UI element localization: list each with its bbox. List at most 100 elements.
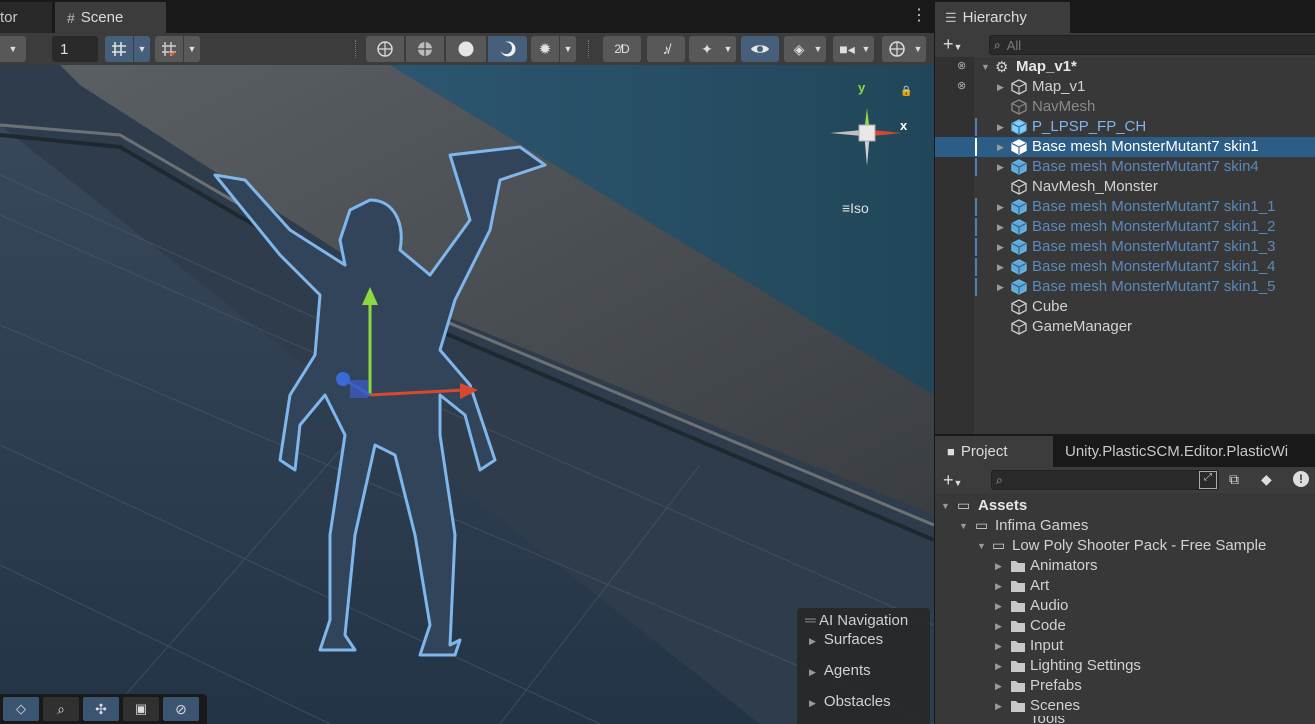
tab-editor-partial[interactable]: tor [0,2,52,33]
2d-toggle-button[interactable]: 2̸D [603,36,641,62]
scene-viewport[interactable]: y x 🔒 ≡Iso [0,65,934,724]
gizmos-dropdown[interactable]: ▼ [910,36,926,62]
filter-by-label-icon[interactable]: ◆ [1261,471,1272,488]
hierarchy-item[interactable]: Cube [935,297,1315,317]
debug-draw-dropdown[interactable]: ▼ [560,36,576,62]
expand-arrow-icon[interactable]: ▶ [997,202,1004,213]
project-search-input[interactable]: ⌕ [991,470,1219,490]
expand-arrow-icon[interactable]: ▶ [995,701,1002,712]
hierarchy-item[interactable]: ▶ P_LPSP_FP_CH [935,117,1315,137]
project-panel: ■ Project Unity.PlasticSCM.Editor.Plasti… [935,435,1315,724]
gizmos-button[interactable] [882,36,912,62]
grid-size-field[interactable]: 1 [52,36,98,62]
surfaces-foldout[interactable]: ▶ Surfaces [809,631,883,648]
visibility-icon[interactable]: ⊗ [957,79,966,92]
expand-arrow-icon[interactable]: ▶ [997,262,1004,273]
grid-snap-button[interactable] [105,36,133,62]
more-menu-icon[interactable]: ⋮ [911,7,927,27]
tree-assets[interactable]: ▼ ▭ Assets [935,496,1315,516]
scene-root-row[interactable]: ⊗ ▼ ⚙ Map_v1* [935,57,1315,77]
expand-arrow-icon[interactable]: ▶ [997,82,1004,93]
increment-snap-dropdown[interactable]: ▼ [184,36,200,62]
hierarchy-search-input[interactable]: ⌕ All [989,35,1315,55]
expand-arrow-icon[interactable]: ▶ [997,222,1004,233]
expand-arrow-icon[interactable]: ▼ [977,541,986,551]
tree-low-poly-pack[interactable]: ▼ ▭ Low Poly Shooter Pack - Free Sample [935,536,1315,556]
tree-tools[interactable]: Tools [935,716,1315,724]
camera-button[interactable]: ■◂ [833,36,861,62]
tree-folder[interactable]: ▶ Scenes [935,696,1315,716]
wireframe-mode-button[interactable] [366,36,404,62]
increment-snap-button[interactable] [155,36,183,62]
expand-arrow-icon[interactable]: ▶ [997,162,1004,173]
hierarchy-item[interactable]: ▶ Base mesh MonsterMutant7 skin1 [935,137,1315,157]
expand-arrow-icon[interactable]: ▼ [981,62,990,72]
scene-visibility-button[interactable] [741,36,779,62]
tab-plastic-scm[interactable]: Unity.PlasticSCM.Editor.PlasticWi [1055,436,1315,467]
expand-arrow-icon[interactable]: ▶ [995,641,1002,652]
foldout-label: Obstacles [823,693,891,710]
expand-arrow-icon[interactable]: ▶ [995,581,1002,592]
expand-arrow-icon[interactable]: ▶ [997,142,1004,153]
expand-arrow-icon[interactable]: ▶ [995,601,1002,612]
tree-folder[interactable]: ▶ Animators [935,556,1315,576]
search-tool-button[interactable]: ⌕ [43,697,79,721]
hierarchy-item[interactable]: ▶ Base mesh MonsterMutant7 skin1_3 [935,237,1315,257]
tab-project[interactable]: ■ Project [935,436,1053,467]
tab-hierarchy[interactable]: ☰ Hierarchy [935,2,1070,33]
create-button[interactable]: +▼ [943,35,962,56]
lock-icon[interactable]: 🔒 [900,86,912,97]
navmesh-display-button[interactable]: ◇ [3,697,39,721]
search-by-scope-icon[interactable]: ⤢ [1199,471,1217,489]
hierarchy-item[interactable]: ▶ Base mesh MonsterMutant7 skin1_4 [935,257,1315,277]
tab-scene[interactable]: # Scene [55,2,166,33]
expand-arrow-icon[interactable]: ▶ [997,122,1004,133]
expand-arrow-icon[interactable]: ▶ [995,621,1002,632]
hierarchy-item[interactable]: ⊗ ▶ Map_v1 [935,77,1315,97]
hierarchy-item[interactable]: GameManager [935,317,1315,337]
expand-arrow-icon[interactable]: ▼ [941,501,950,511]
effects-dropdown[interactable]: ▼ [720,36,736,62]
expand-arrow-icon[interactable]: ▶ [995,681,1002,692]
layers-dropdown[interactable]: ▼ [810,36,826,62]
pivot-tool-button[interactable]: ✣ [83,697,119,721]
tree-folder[interactable]: ▶ Prefabs [935,676,1315,696]
agents-foldout[interactable]: ▶ Agents [809,662,871,679]
shaded-mode-button[interactable] [446,36,486,62]
tree-infima-games[interactable]: ▼ ▭ Infima Games [935,516,1315,536]
scene-orientation-gizmo[interactable]: y x 🔒 ≡Iso [822,80,912,220]
warning-filter-icon[interactable]: ! [1293,471,1309,487]
tree-folder[interactable]: ▶ Input [935,636,1315,656]
expand-arrow-icon[interactable]: ▼ [959,521,968,531]
hierarchy-item[interactable]: NavMesh_Monster [935,177,1315,197]
folder-label: Low Poly Shooter Pack - Free Sample [1012,537,1267,554]
overlay-header[interactable]: ═ AI Navigation [805,612,908,629]
hierarchy-item[interactable]: ▶ Base mesh MonsterMutant7 skin1_2 [935,217,1315,237]
lit-mode-button[interactable] [488,36,527,62]
hierarchy-item[interactable]: ▶ Base mesh MonsterMutant7 skin1_1 [935,197,1315,217]
expand-arrow-icon[interactable]: ▶ [997,282,1004,293]
hierarchy-item[interactable]: NavMesh [935,97,1315,117]
expand-arrow-icon[interactable]: ▶ [997,242,1004,253]
hierarchy-item[interactable]: ▶ Base mesh MonsterMutant7 skin4 [935,157,1315,177]
audio-toggle-button[interactable]: ♪̸ [647,36,685,62]
tree-folder[interactable]: ▶ Art [935,576,1315,596]
camera-preview-button[interactable]: ▣ [123,697,159,721]
compass-tool-button[interactable]: ⊘ [163,697,199,721]
projection-toggle[interactable]: ≡Iso [842,200,869,216]
hierarchy-item[interactable]: ▶ Base mesh MonsterMutant7 skin1_5 [935,277,1315,297]
obstacles-foldout[interactable]: ▶ Obstacles [809,693,891,710]
tree-folder[interactable]: ▶ Audio [935,596,1315,616]
tree-folder[interactable]: ▶ Lighting Settings [935,656,1315,676]
tool-dropdown[interactable]: ▼ [0,36,26,62]
shaded-wireframe-button[interactable] [406,36,444,62]
tree-folder[interactable]: ▶ Code [935,616,1315,636]
debug-draw-button[interactable]: ✹ [531,36,559,62]
grid-snap-dropdown[interactable]: ▼ [134,36,150,62]
create-asset-button[interactable]: +▼ [943,471,962,492]
camera-dropdown[interactable]: ▼ [858,36,874,62]
expand-arrow-icon[interactable]: ▶ [995,661,1002,672]
filter-by-type-icon[interactable]: ⧉ [1229,471,1239,488]
expand-arrow-icon[interactable]: ▶ [995,561,1002,572]
visibility-icon[interactable]: ⊗ [957,59,966,72]
